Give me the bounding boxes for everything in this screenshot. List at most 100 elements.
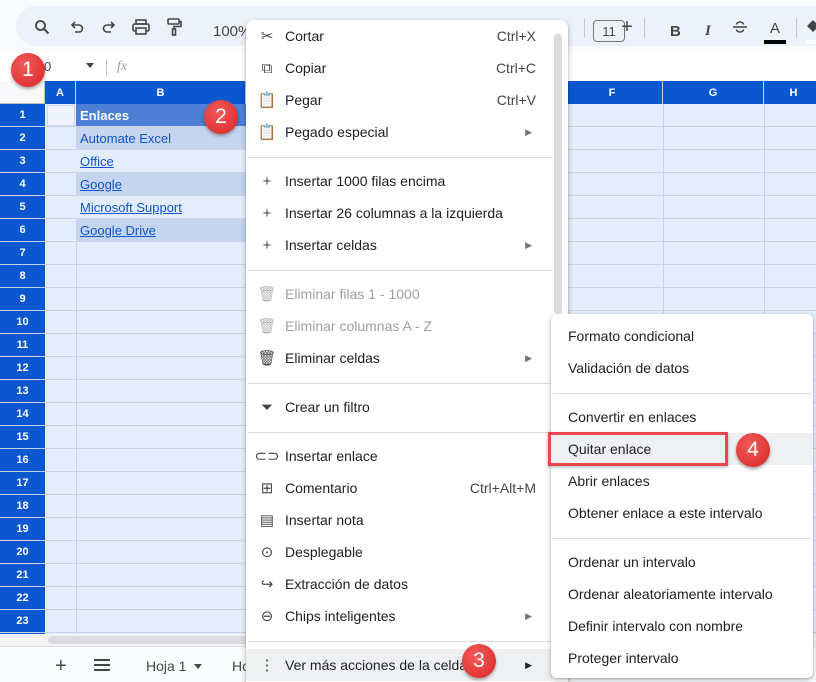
sheet-tab-hoja-1[interactable]: Hoja 1 xyxy=(146,658,203,674)
row-header-13[interactable]: 13 xyxy=(0,380,45,403)
menu-item-eliminar-filas-1-1000[interactable]: 🗑 Eliminar filas 1 - 1000 xyxy=(246,278,552,310)
row-header-7[interactable]: 7 xyxy=(0,242,45,265)
submenu-item-obtener-enlace-a-este-intervalo[interactable]: Obtener enlace a este intervalo xyxy=(551,497,813,529)
row-header-22[interactable]: 22 xyxy=(0,587,45,610)
menu-item-cortar[interactable]: ✂ Cortar Ctrl+X xyxy=(246,20,552,52)
callout-badge-1: 1 xyxy=(11,53,45,87)
row-header-6[interactable]: 6 xyxy=(0,219,45,242)
cell-b5[interactable]: Microsoft Support xyxy=(76,196,246,218)
horizontal-scrollbar-thumb[interactable] xyxy=(48,636,258,644)
plus-icon: + xyxy=(262,204,272,222)
menu-divider xyxy=(248,383,552,384)
row-header-4[interactable]: 4 xyxy=(0,173,45,196)
add-sheet-button[interactable]: + xyxy=(55,655,67,678)
row-header-10[interactable]: 10 xyxy=(0,311,45,334)
row-header-2[interactable]: 2 xyxy=(0,127,45,150)
fill-color-swatch xyxy=(806,40,816,44)
menu-item-insertar-enlace[interactable]: ⊂⊃ Insertar enlace xyxy=(246,440,552,472)
submenu-arrow-icon: ▶ xyxy=(525,659,532,670)
trash-icon: 🗑 xyxy=(257,318,277,335)
data-extraction-icon: ↪ xyxy=(260,576,274,593)
menu-item-eliminar-celdas[interactable]: 🗑 Eliminar celdas ▶ xyxy=(246,342,552,374)
row-header-14[interactable]: 14 xyxy=(0,403,45,426)
sheet-tab-label: Hoja 1 xyxy=(146,658,187,674)
menu-item-pegado-especial[interactable]: 📋 Pegado especial ▶ xyxy=(246,116,552,148)
row-header-20[interactable]: 20 xyxy=(0,541,45,564)
row-header-23[interactable]: 23 xyxy=(0,610,45,633)
menu-divider xyxy=(248,157,552,158)
smart-chips-icon: ⊖ xyxy=(260,608,274,625)
paste-special-icon: 📋 xyxy=(257,124,277,141)
menu-item-insertar-nota[interactable]: ▤ Insertar nota xyxy=(246,504,552,536)
context-menu-scrollbar[interactable] xyxy=(554,34,562,314)
submenu-item-convertir-en-enlaces[interactable]: Convertir en enlaces xyxy=(551,401,813,433)
all-sheets-icon[interactable] xyxy=(94,659,110,671)
row-header-12[interactable]: 12 xyxy=(0,357,45,380)
menu-item-extracción-de-datos[interactable]: ↪ Extracción de datos xyxy=(246,568,552,600)
column-header-f[interactable]: F xyxy=(562,81,663,104)
fill-color-button[interactable] xyxy=(804,18,816,44)
column-header-a[interactable]: A xyxy=(45,81,76,104)
text-color-swatch xyxy=(764,40,786,44)
row-header-18[interactable]: 18 xyxy=(0,495,45,518)
submenu-item-abrir-enlaces[interactable]: Abrir enlaces xyxy=(551,465,813,497)
menu-item-label: Pegado especial xyxy=(285,124,389,140)
undo-icon[interactable] xyxy=(66,16,88,38)
menu-item-pegar[interactable]: 📋 Pegar Ctrl+V xyxy=(246,84,552,116)
menu-item-insertar-26-columnas-a-la-izquierda[interactable]: + Insertar 26 columnas a la izquierda xyxy=(246,197,552,229)
menu-item-label: Eliminar filas 1 - 1000 xyxy=(285,286,420,302)
menu-item-label: Cortar xyxy=(285,28,324,44)
submenu-item-ordenar-aleatoriamente-intervalo[interactable]: Ordenar aleatoriamente intervalo xyxy=(551,578,813,610)
row-header-1[interactable]: 1 xyxy=(0,104,45,127)
sheet-tab-dropdown-icon[interactable] xyxy=(194,663,203,669)
row-header-11[interactable]: 11 xyxy=(0,334,45,357)
submenu-item-proteger-intervalo[interactable]: Proteger intervalo xyxy=(551,642,813,674)
menu-item-insertar-1000-filas-encima[interactable]: + Insertar 1000 filas encima xyxy=(246,165,552,197)
name-box-dropdown-icon[interactable] xyxy=(86,63,94,68)
row-header-5[interactable]: 5 xyxy=(0,196,45,219)
column-header-g[interactable]: G xyxy=(663,81,764,104)
paint-format-icon[interactable] xyxy=(163,16,185,38)
search-icon[interactable] xyxy=(31,16,53,38)
submenu-item-validación-de-datos[interactable]: Validación de datos xyxy=(551,352,813,384)
menu-item-copiar[interactable]: ⧉ Copiar Ctrl+C xyxy=(246,52,552,84)
column-header-h[interactable]: H xyxy=(764,81,816,104)
menu-item-chips-inteligentes[interactable]: ⊖ Chips inteligentes ▶ xyxy=(246,600,552,632)
row-header-17[interactable]: 17 xyxy=(0,472,45,495)
submenu-item-formato-condicional[interactable]: Formato condicional xyxy=(551,320,813,352)
hyperlink[interactable]: Google Drive xyxy=(80,223,156,238)
menu-item-ver-más-acciones-de-la-celda[interactable]: ⋮ Ver más acciones de la celda ▶ xyxy=(246,649,552,681)
hyperlink[interactable]: Microsoft Support xyxy=(80,200,182,215)
menu-item-eliminar-columnas-a-z[interactable]: 🗑 Eliminar columnas A - Z xyxy=(246,310,552,342)
cell-b6[interactable]: Google Drive xyxy=(76,219,246,241)
cell-b3[interactable]: Office xyxy=(76,150,246,172)
row-header-3[interactable]: 3 xyxy=(0,150,45,173)
strikethrough-icon[interactable] xyxy=(729,16,751,38)
paste-icon: 📋 xyxy=(257,92,277,109)
row-header-9[interactable]: 9 xyxy=(0,288,45,311)
row-header-15[interactable]: 15 xyxy=(0,426,45,449)
menu-item-desplegable[interactable]: ⊙ Desplegable xyxy=(246,536,552,568)
row-header-21[interactable]: 21 xyxy=(0,564,45,587)
submenu-item-definir-intervalo-con-nombre[interactable]: Definir intervalo con nombre xyxy=(551,610,813,642)
increase-font-size-icon[interactable]: + xyxy=(616,16,638,38)
cell-a1[interactable] xyxy=(47,105,75,126)
cell-b4[interactable]: Google xyxy=(76,173,246,195)
menu-item-crear-un-filtro[interactable]: ⏷ Crear un filtro xyxy=(246,391,552,423)
keyboard-shortcut: Ctrl+V xyxy=(496,92,536,108)
submenu-item-ordenar-un-intervalo[interactable]: Ordenar un intervalo xyxy=(551,546,813,578)
hyperlink[interactable]: Office xyxy=(80,154,114,169)
bold-button[interactable]: B xyxy=(670,23,681,40)
name-box[interactable]: 0 xyxy=(44,59,51,74)
row-header-16[interactable]: 16 xyxy=(0,449,45,472)
row-header-19[interactable]: 19 xyxy=(0,518,45,541)
row-header-8[interactable]: 8 xyxy=(0,265,45,288)
text-color-button[interactable]: A xyxy=(763,20,787,44)
menu-item-comentario[interactable]: ⊞ Comentario Ctrl+Alt+M xyxy=(246,472,552,504)
menu-item-insertar-celdas[interactable]: + Insertar celdas ▶ xyxy=(246,229,552,261)
menu-item-label: Eliminar celdas xyxy=(285,350,380,366)
redo-icon[interactable] xyxy=(98,16,120,38)
print-icon[interactable] xyxy=(130,16,152,38)
italic-button[interactable]: I xyxy=(705,23,711,40)
hyperlink[interactable]: Google xyxy=(80,177,122,192)
